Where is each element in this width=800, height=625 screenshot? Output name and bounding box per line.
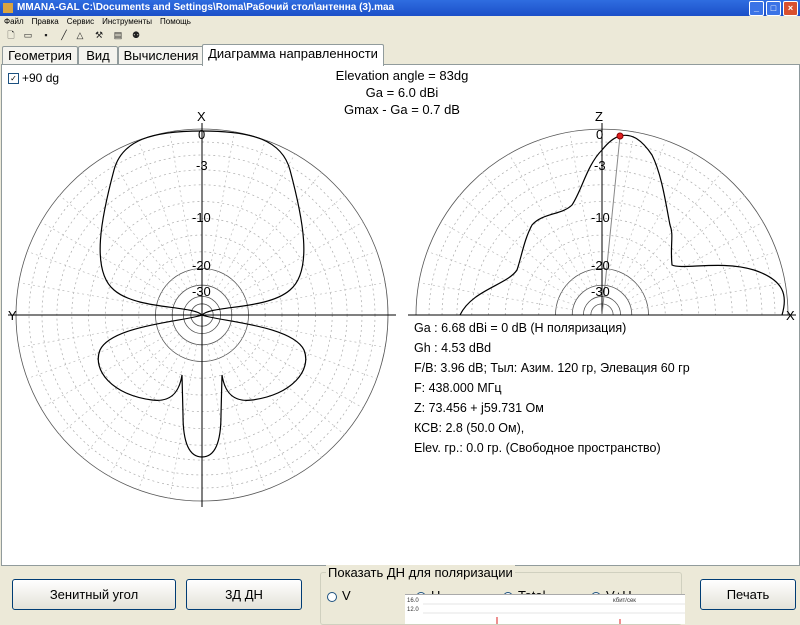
- az-axis-x-label: X: [197, 109, 206, 124]
- grid-spoke: [611, 140, 666, 288]
- app-icon: [3, 3, 13, 13]
- tab-view[interactable]: Вид: [78, 46, 118, 65]
- open-folder-icon[interactable]: ▭: [22, 30, 34, 41]
- az-ring-20: -20: [192, 258, 211, 273]
- grid-spoke: [108, 153, 188, 290]
- tab-calculations[interactable]: Вычисления: [118, 46, 204, 65]
- results-info: Ga : 6.68 dBi = 0 dB (H поляризация) Gh …: [414, 318, 690, 458]
- grid-spoke: [138, 342, 193, 490]
- max-gain-marker: [616, 132, 624, 140]
- grid-spoke: [40, 329, 177, 409]
- toolbar: 🗋 ▭ ▪ ╱ △ ⚒ ▤ ⚉: [0, 28, 800, 44]
- grid-spoke: [629, 251, 777, 306]
- minimize-button[interactable]: _: [749, 1, 764, 16]
- menu-help[interactable]: Помощь: [160, 17, 191, 26]
- tab-strip: Геометрия Вид Вычисления Диаграмма напра…: [0, 44, 800, 66]
- az-ring-10: -10: [192, 210, 211, 225]
- print-button[interactable]: Печать: [700, 579, 796, 610]
- info-frequency: F: 438.000 МГц: [414, 381, 502, 395]
- grid-spoke: [59, 333, 180, 435]
- grid-spoke: [220, 172, 322, 293]
- grid-spoke: [508, 153, 588, 290]
- grid-spoke: [538, 140, 593, 288]
- el-ring-0: 0: [596, 127, 604, 142]
- radio-v-label: V: [342, 588, 351, 603]
- grid-spoke: [482, 172, 584, 293]
- mini-chart-lines: [423, 603, 685, 624]
- grid-spoke: [224, 195, 345, 297]
- el-ring-3: -3: [594, 158, 606, 173]
- grid-spoke: [227, 329, 364, 409]
- tab-radiation-pattern[interactable]: Диаграмма направленности: [202, 44, 384, 66]
- az-ring-0: 0: [198, 127, 206, 142]
- wire-tool-icon[interactable]: ╱: [58, 30, 70, 41]
- radio-v[interactable]: V: [327, 588, 351, 603]
- elevation-pattern-curve: [459, 134, 785, 316]
- calculator-icon[interactable]: ▤: [112, 30, 124, 41]
- az-ring-3: -3: [196, 158, 208, 173]
- grid-spoke: [82, 172, 184, 293]
- pattern-panel: ✓ +90 dg Elevation angle = 83dg Ga = 6.0 …: [1, 64, 800, 566]
- info-ga: Ga : 6.68 dBi = 0 dB (H поляризация): [414, 321, 627, 335]
- grid-spoke: [216, 153, 296, 290]
- grid-spoke: [211, 342, 266, 490]
- grid-spoke: [59, 195, 180, 297]
- tab-geometry[interactable]: Геометрия: [2, 46, 78, 65]
- maximize-button[interactable]: □: [766, 1, 781, 16]
- grid-spoke: [227, 221, 364, 301]
- grid-spoke: [211, 140, 266, 288]
- 3d-pattern-button[interactable]: 3Д ДН: [186, 579, 302, 610]
- grid-spoke: [624, 195, 745, 297]
- info-swr: КСВ: 2.8 (50.0 Ом),: [414, 421, 525, 435]
- info-front-back: F/B: 3.96 dB; Тыл: Азим. 120 гр, Элеваци…: [414, 361, 690, 375]
- menu-tools[interactable]: Инструменты: [102, 17, 152, 26]
- menu-service[interactable]: Сервис: [67, 17, 94, 26]
- users-icon[interactable]: ⚉: [130, 30, 142, 41]
- title-bar: MMANA-GAL C:\Documents and Settings\Roma…: [0, 0, 800, 16]
- zenith-angle-button[interactable]: Зенитный угол: [12, 579, 176, 610]
- az-axis-y-label: Y: [8, 308, 17, 323]
- info-ground: Elev. гр.: 0.0 гр. (Свободное пространст…: [414, 441, 661, 455]
- grid-spoke: [216, 340, 296, 477]
- el-ring-10: -10: [591, 210, 610, 225]
- close-button[interactable]: ×: [783, 1, 798, 16]
- el-axis-z-label: Z: [595, 109, 603, 124]
- grid-spoke: [108, 340, 188, 477]
- grid-spoke: [427, 251, 575, 306]
- grid-spoke: [627, 221, 764, 301]
- menu-bar: Файл Правка Сервис Инструменты Помощь: [0, 16, 800, 28]
- info-gh: Gh : 4.53 dBd: [414, 341, 492, 355]
- network-mini-chart: 16.0 12.0 кбит/сек: [405, 594, 685, 624]
- pattern-plots: [8, 123, 796, 507]
- grid-spoke: [138, 140, 193, 288]
- el-ring-30: -30: [591, 284, 610, 299]
- grid-spoke: [224, 333, 345, 435]
- grid-spoke: [440, 221, 577, 301]
- grid-spoke: [459, 195, 580, 297]
- el-axis-x-label: X: [786, 308, 795, 323]
- polarization-title: Показать ДН для поляризации: [326, 565, 515, 580]
- save-icon[interactable]: ▪: [40, 30, 52, 41]
- menu-file[interactable]: Файл: [4, 17, 24, 26]
- tools-icon[interactable]: ⚒: [93, 30, 105, 41]
- el-ring-20: -20: [591, 258, 610, 273]
- new-file-icon[interactable]: 🗋: [5, 30, 17, 41]
- grid-spoke: [40, 221, 177, 301]
- triangle-tool-icon[interactable]: △: [74, 30, 86, 41]
- radio-v-dot: [327, 591, 337, 602]
- menu-edit[interactable]: Правка: [32, 17, 59, 26]
- window-title: MMANA-GAL C:\Documents and Settings\Roma…: [17, 2, 395, 13]
- info-impedance: Z: 73.456 + j59.731 Ом: [414, 401, 544, 415]
- grid-spoke: [616, 153, 696, 290]
- az-ring-30: -30: [192, 284, 211, 299]
